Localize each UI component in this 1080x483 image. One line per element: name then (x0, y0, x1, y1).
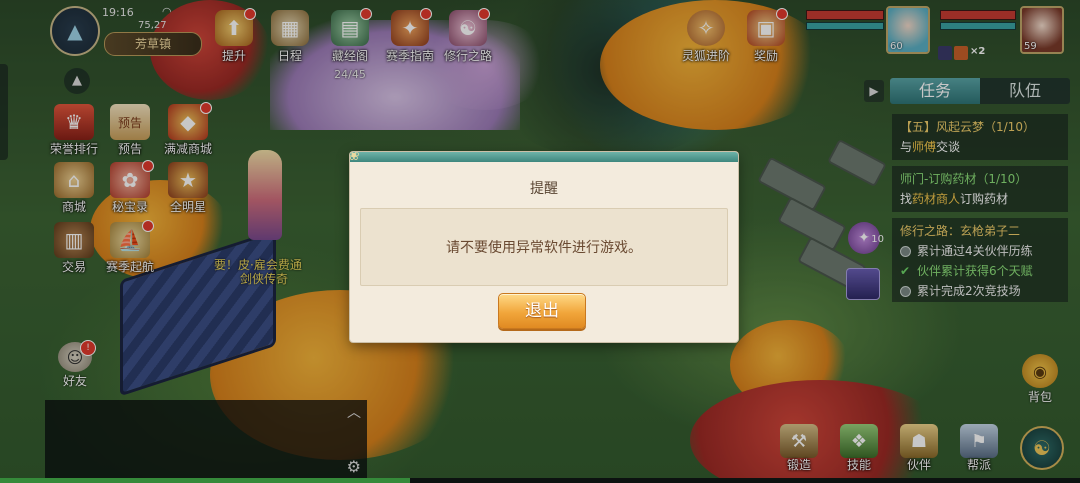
dialog-header-bar (350, 152, 738, 162)
ornament-icon: ❀ (350, 152, 360, 164)
dialog-message: 请不要使用异常软件进行游戏。 (446, 240, 642, 256)
dialog-title: 提醒 (530, 181, 558, 197)
exit-button[interactable]: 退出 (498, 293, 586, 329)
warning-dialog: ❀ 提醒 请不要使用异常软件进行游戏。 退出 (350, 152, 738, 342)
dialog-message-box: 请不要使用异常软件进行游戏。 (360, 208, 728, 286)
